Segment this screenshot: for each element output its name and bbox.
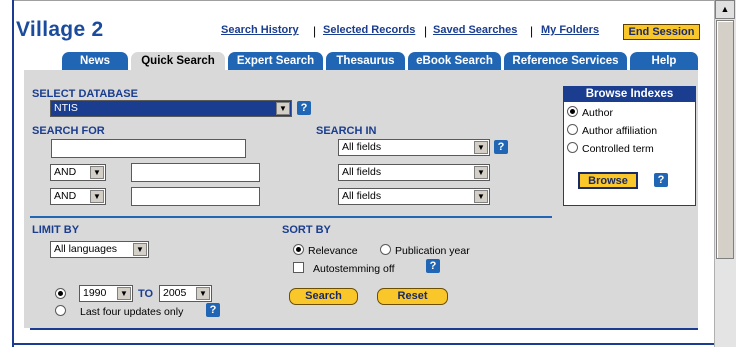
search-for-label: SEARCH FOR (32, 125, 105, 137)
relevance-radio[interactable] (293, 244, 304, 255)
select-database-label: SELECT DATABASE (32, 88, 138, 100)
link-separator: | (424, 24, 428, 38)
controlled-term-radio[interactable] (567, 142, 578, 153)
to-label: TO (138, 288, 154, 300)
selected-records-link[interactable]: Selected Records (323, 24, 415, 36)
search-term-input-1[interactable] (51, 139, 246, 158)
tab-thesaurus[interactable]: Thesaurus (326, 52, 405, 71)
language-value: All languages (54, 243, 118, 255)
tab-news[interactable]: News (62, 52, 128, 71)
end-session-button[interactable]: End Session (623, 24, 700, 40)
search-in-value: All fields (342, 190, 382, 202)
year-range-radio[interactable] (55, 288, 66, 299)
left-frame-border (12, 0, 14, 347)
chevron-down-icon: ▼ (90, 190, 104, 203)
scrollbar-thumb[interactable] (716, 20, 734, 259)
frame-bottom-border (14, 343, 714, 345)
database-select[interactable]: NTIS ▼ (50, 100, 292, 117)
publication-year-label: Publication year (395, 245, 470, 257)
last-four-updates-radio[interactable] (55, 305, 66, 316)
author-radio-label: Author (582, 107, 613, 119)
tab-reference-services[interactable]: Reference Services (504, 52, 627, 71)
app-logo: Village 2 (16, 18, 104, 41)
operator-value: AND (54, 166, 77, 178)
sort-by-label: SORT BY (282, 224, 331, 236)
reset-button[interactable]: Reset (377, 288, 448, 305)
search-in-select-1[interactable]: All fields ▼ (338, 139, 490, 156)
browse-indexes-title: Browse Indexes (564, 87, 695, 102)
chevron-down-icon: ▼ (196, 287, 210, 300)
author-radio[interactable] (567, 106, 578, 117)
chevron-down-icon: ▼ (90, 166, 104, 179)
help-icon[interactable]: ? (494, 140, 508, 154)
search-term-input-3[interactable] (131, 187, 260, 206)
year-from-value: 1990 (83, 287, 107, 299)
author-affiliation-radio-label: Author affiliation (582, 125, 658, 137)
help-icon[interactable]: ? (654, 173, 668, 187)
search-in-select-2[interactable]: All fields ▼ (338, 164, 490, 181)
boolean-operator-select-2[interactable]: AND ▼ (50, 164, 106, 181)
link-separator: | (530, 24, 534, 38)
tab-quick-search[interactable]: Quick Search (131, 52, 225, 71)
saved-searches-link[interactable]: Saved Searches (433, 24, 517, 36)
publication-year-radio[interactable] (380, 244, 391, 255)
search-button[interactable]: Search (289, 288, 358, 305)
help-icon[interactable]: ? (297, 101, 311, 115)
chevron-down-icon: ▼ (276, 102, 290, 115)
search-in-value: All fields (342, 166, 382, 178)
tab-expert-search[interactable]: Expert Search (228, 52, 323, 71)
last-four-updates-label: Last four updates only (80, 306, 184, 318)
chevron-down-icon: ▼ (474, 166, 488, 179)
limit-by-label: LIMIT BY (32, 224, 80, 236)
search-in-select-3[interactable]: All fields ▼ (338, 188, 490, 205)
chevron-down-icon: ▼ (474, 190, 488, 203)
boolean-operator-select-3[interactable]: AND ▼ (50, 188, 106, 205)
year-to-select[interactable]: 2005 ▼ (159, 285, 212, 302)
search-term-input-2[interactable] (131, 163, 260, 182)
language-select[interactable]: All languages ▼ (50, 241, 149, 258)
search-in-value: All fields (342, 141, 382, 153)
top-frame-border (14, 0, 714, 1)
year-to-value: 2005 (163, 287, 187, 299)
autostemming-label: Autostemming off (313, 263, 395, 275)
my-folders-link[interactable]: My Folders (541, 24, 599, 36)
relevance-label: Relevance (308, 245, 358, 257)
tab-ebook-search[interactable]: eBook Search (408, 52, 501, 71)
link-separator: | (313, 24, 317, 38)
database-select-value: NTIS (54, 102, 78, 114)
search-history-link[interactable]: Search History (221, 24, 299, 36)
chevron-down-icon: ▼ (474, 141, 488, 154)
controlled-term-radio-label: Controlled term (582, 143, 654, 155)
help-icon[interactable]: ? (206, 303, 220, 317)
author-affiliation-radio[interactable] (567, 124, 578, 135)
chevron-down-icon: ▼ (117, 287, 131, 300)
scroll-up-arrow-icon[interactable]: ▲ (715, 0, 735, 19)
section-divider (30, 216, 552, 218)
tab-help[interactable]: Help (630, 52, 698, 71)
panel-bottom-border (30, 328, 698, 330)
year-from-select[interactable]: 1990 ▼ (79, 285, 133, 302)
operator-value: AND (54, 190, 77, 202)
help-icon[interactable]: ? (426, 259, 440, 273)
autostemming-checkbox[interactable] (293, 262, 304, 273)
browse-button[interactable]: Browse (578, 172, 638, 189)
search-in-label: SEARCH IN (316, 125, 377, 137)
chevron-down-icon: ▼ (133, 243, 147, 256)
